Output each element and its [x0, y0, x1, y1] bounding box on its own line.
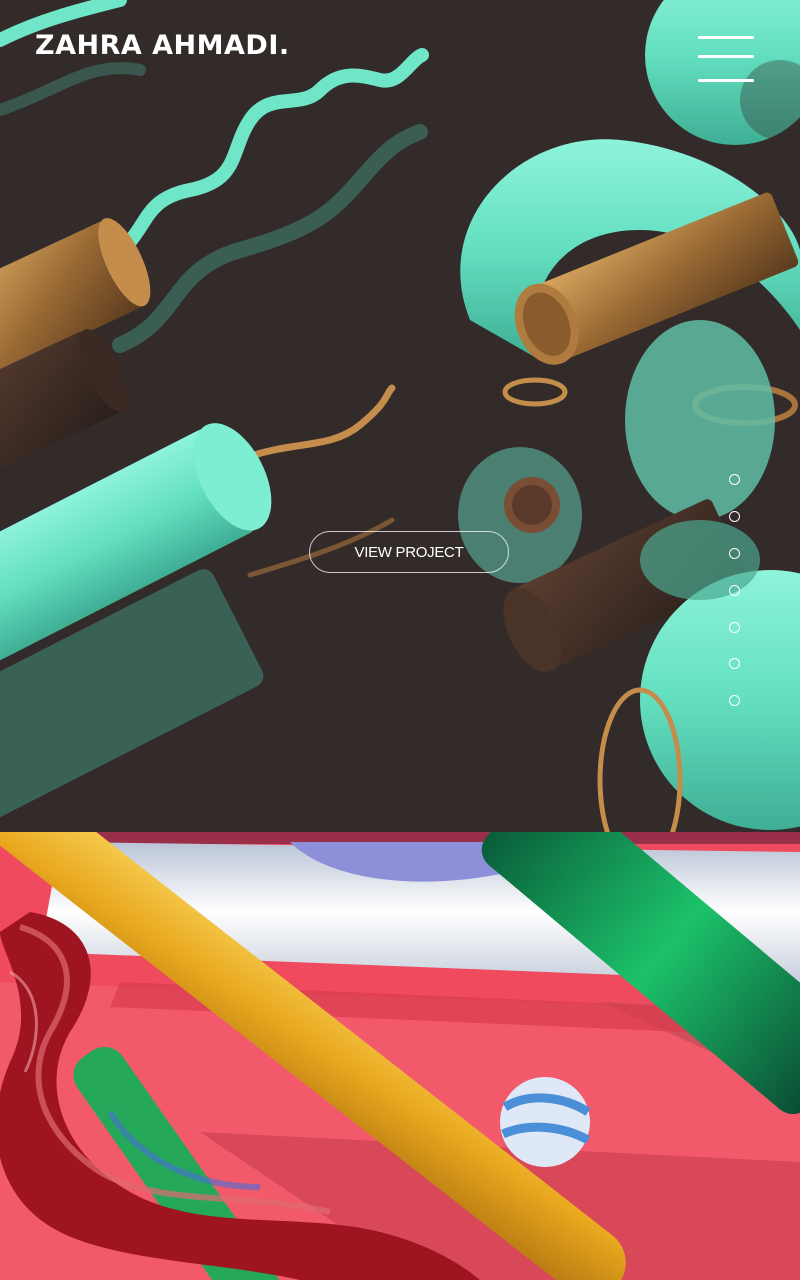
site-logo[interactable]: ZAHRA AHMADI.	[35, 30, 290, 61]
view-project-button[interactable]: VIEW PROJECT	[309, 531, 509, 573]
pagination-dot-4[interactable]	[729, 585, 740, 596]
second-project-artwork	[0, 832, 800, 1280]
pagination-dot-5[interactable]	[729, 622, 740, 633]
menu-line	[698, 36, 754, 39]
hamburger-menu-icon[interactable]	[694, 30, 758, 90]
pagination-dot-7[interactable]	[729, 695, 740, 706]
pagination-dot-1[interactable]	[729, 474, 740, 485]
menu-line	[698, 55, 754, 58]
menu-line	[698, 79, 754, 82]
second-project-section[interactable]	[0, 832, 800, 1280]
hero-section: ZAHRA AHMADI. VIEW PROJECT	[0, 0, 800, 832]
pagination-dot-2[interactable]	[729, 511, 740, 522]
pagination-dot-6[interactable]	[729, 658, 740, 669]
hero-artwork	[0, 0, 800, 832]
page: ZAHRA AHMADI. VIEW PROJECT	[0, 0, 800, 1280]
pagination-dot-3[interactable]	[729, 548, 740, 559]
